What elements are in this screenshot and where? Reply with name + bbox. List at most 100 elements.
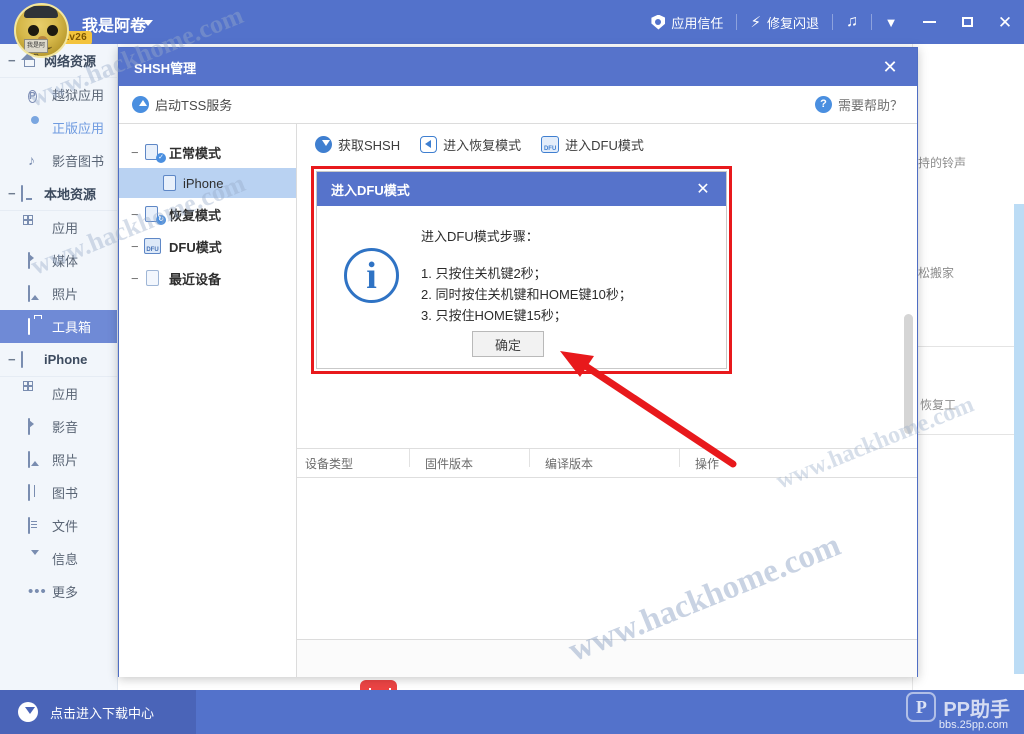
background-text-ringtone: 持的铃声	[918, 156, 967, 170]
collapse-icon[interactable]: −	[8, 187, 18, 200]
enter-recovery-label: 进入恢复模式	[443, 137, 522, 153]
avatar-eye-right	[47, 25, 58, 36]
brand-name: PP助手	[943, 698, 1010, 721]
lightning-icon: ⚡	[750, 13, 761, 31]
genuine-app-icon	[28, 120, 46, 136]
upload-icon	[132, 96, 149, 113]
shsh-close-button[interactable]: ✕	[873, 48, 907, 86]
column-header-action: 操作	[679, 448, 807, 472]
sidebar-item-iphone-media[interactable]: 影音	[0, 410, 117, 443]
photo-icon	[28, 450, 46, 468]
tree-node-recovery-mode[interactable]: − ↻ 恢复模式	[119, 198, 296, 230]
background-right-column	[912, 44, 1024, 690]
get-shsh-button[interactable]: 获取SHSH	[315, 135, 400, 154]
enter-recovery-mode-button[interactable]: 进入恢复模式	[420, 135, 521, 154]
avatar-eye-left	[28, 25, 39, 36]
recovery-mode-icon: ↻	[143, 205, 166, 225]
background-accent-strip	[1014, 204, 1024, 674]
minimize-icon	[922, 21, 936, 23]
sidebar-item-local-photos[interactable]: 照片	[0, 277, 117, 310]
minimize-button[interactable]	[910, 0, 948, 44]
sidebar-item-iphone-apps[interactable]: 应用	[0, 377, 117, 410]
sidebar-item-genuine-apps[interactable]: 正版应用	[0, 111, 117, 144]
pp-logo-icon: P	[906, 692, 937, 722]
application-window: 我是阿卷 我是阿卷 Lv26 应用信任 ⚡ 修复闪退 ♫ ▼ ✕ − 网络资源 …	[0, 0, 1024, 734]
sidebar-item-iphone-more[interactable]: ••• 更多	[0, 575, 117, 608]
brand-logo-group: P PP助手	[906, 692, 1010, 722]
sidebar-item-media-books[interactable]: ♪ 影音图书	[0, 144, 117, 177]
collapse-icon[interactable]: −	[131, 271, 143, 286]
sidebar-item-label: 信息	[52, 552, 79, 567]
download-circle-icon	[18, 702, 38, 722]
collapse-icon[interactable]: −	[131, 239, 143, 254]
shsh-window-titlebar: SHSH管理 ✕	[119, 48, 917, 86]
apps-grid-icon	[23, 380, 46, 402]
download-center-button[interactable]: 点击进入下载中心	[0, 690, 196, 734]
app-trust-button[interactable]: 应用信任	[638, 0, 736, 44]
tree-node-dfu-mode[interactable]: − DFU DFU模式	[119, 230, 296, 262]
dfu-mode-icon: DFU	[143, 237, 163, 255]
question-icon: ?	[814, 96, 832, 113]
get-shsh-label: 获取SHSH	[338, 137, 401, 153]
sidebar-item-label: 应用	[52, 387, 79, 402]
dfu-dialog-close-button[interactable]: ✕	[688, 172, 718, 206]
sidebar-item-jailbreak-apps[interactable]: P 越狱应用	[0, 78, 117, 111]
maximize-button[interactable]	[948, 0, 986, 44]
tree-child-iphone[interactable]: iPhone	[119, 168, 296, 198]
toolbox-icon	[28, 317, 46, 335]
fix-crash-button[interactable]: ⚡ 修复闪退	[737, 0, 832, 44]
sidebar-item-iphone-messages[interactable]: 信息	[0, 542, 117, 575]
vertical-scrollbar[interactable]	[904, 314, 913, 434]
collapse-icon[interactable]: −	[131, 145, 143, 160]
dfu-dialog-body: i 进入DFU模式步骤： 1. 只按住关机键2秒； 2. 同时按住关机键和HOM…	[317, 206, 726, 369]
sidebar: − 网络资源 P 越狱应用 正版应用 ♪ 影音图书 − 本地资源 应用 媒体 照…	[0, 44, 118, 690]
sidebar-item-iphone-books[interactable]: 图书	[0, 476, 117, 509]
dfu-dialog-titlebar: 进入DFU模式 ✕	[317, 172, 726, 206]
dfu-step-1: 1. 只按住关机键2秒；	[421, 266, 547, 281]
sidebar-item-label: 工具箱	[52, 320, 92, 335]
sidebar-group-iphone[interactable]: − iPhone	[0, 343, 117, 377]
phone-icon	[21, 350, 39, 368]
tree-node-recent-devices[interactable]: − 最近设备	[119, 262, 296, 294]
sidebar-item-local-apps[interactable]: 应用	[0, 211, 117, 244]
dfu-mode-dialog: 进入DFU模式 ✕ i 进入DFU模式步骤： 1. 只按住关机键2秒； 2. 同…	[316, 171, 727, 369]
bottom-bar: 点击进入下载中心 P PP助手 bbs.25pp.com	[0, 690, 1024, 734]
dfu-icon: DFU	[541, 135, 560, 153]
recent-device-icon	[143, 269, 163, 287]
collapse-icon[interactable]: −	[8, 353, 18, 366]
start-tss-service-button[interactable]: 启动TSS服务	[132, 95, 232, 114]
sidebar-item-label: 影音	[52, 420, 79, 435]
dfu-confirm-button[interactable]: 确定	[472, 331, 544, 357]
collapse-icon[interactable]: −	[131, 207, 143, 222]
fix-crash-label: 修复闪退	[766, 15, 819, 31]
sidebar-item-toolbox[interactable]: 工具箱	[0, 310, 117, 343]
sidebar-group-local[interactable]: − 本地资源	[0, 177, 117, 211]
close-button[interactable]: ✕	[986, 0, 1024, 44]
tree-node-normal-mode[interactable]: − ✓ 正常模式	[119, 136, 296, 168]
music-icon: ♫	[846, 13, 858, 30]
sidebar-group-label: iPhone	[44, 352, 88, 367]
music-button[interactable]: ♫	[833, 0, 871, 44]
media-video-icon	[28, 251, 46, 269]
enter-dfu-mode-button[interactable]: DFU 进入DFU模式	[541, 135, 644, 154]
need-help-button[interactable]: ? 需要帮助？	[814, 95, 903, 114]
sidebar-item-iphone-photos[interactable]: 照片	[0, 443, 117, 476]
sidebar-item-iphone-files[interactable]: 文件	[0, 509, 117, 542]
tree-child-label: iPhone	[183, 175, 224, 191]
sidebar-item-label: 更多	[52, 585, 79, 600]
sidebar-item-label: 照片	[52, 453, 79, 468]
info-icon: i	[344, 248, 399, 303]
avatar[interactable]: 我是阿卷	[14, 3, 69, 58]
download-center-label: 点击进入下载中心	[50, 705, 155, 721]
titlebar-actions: 应用信任 ⚡ 修复闪退 ♫ ▼ ✕	[638, 0, 1024, 44]
jailbreak-app-icon: P	[28, 89, 37, 103]
main-titlebar: 我是阿卷 我是阿卷 Lv26 应用信任 ⚡ 修复闪退 ♫ ▼ ✕	[0, 0, 1024, 58]
more-menu-button[interactable]: ▼	[872, 0, 910, 44]
sidebar-item-local-media[interactable]: 媒体	[0, 244, 117, 277]
sidebar-item-label: 正版应用	[52, 121, 105, 136]
normal-mode-icon: ✓	[143, 143, 166, 163]
chevron-down-icon[interactable]	[143, 20, 153, 26]
dfu-dialog-title: 进入DFU模式	[331, 182, 410, 198]
tree-node-label: DFU模式	[169, 239, 222, 255]
sidebar-group-label: 本地资源	[44, 187, 97, 202]
